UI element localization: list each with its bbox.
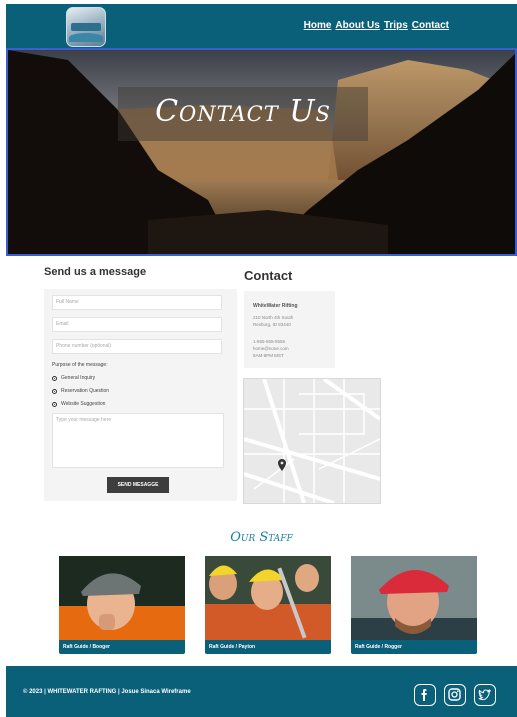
- radio-button-icon[interactable]: [52, 375, 57, 381]
- staff-heading: Our Staff: [230, 530, 293, 545]
- radio-reservation-question[interactable]: Reservation Question: [52, 388, 109, 394]
- address-line-1: 210 North 4th South: [253, 315, 294, 320]
- footer: © 2023 | WHITEWATER RAFTING | Josue Sina…: [6, 666, 517, 717]
- contact-heading: Contact: [244, 268, 293, 283]
- staff-card-booger[interactable]: Raft Guide / Booger: [59, 556, 185, 654]
- nav-home-link[interactable]: Home: [304, 20, 332, 31]
- company-name: WhiteWater Rifting: [253, 303, 298, 309]
- nav-about-link[interactable]: About Us: [335, 20, 379, 31]
- instagram-icon[interactable]: [444, 684, 466, 706]
- twitter-icon[interactable]: [474, 684, 496, 706]
- staff-caption: Raft Guide / Booger: [59, 640, 185, 654]
- facebook-icon[interactable]: [414, 684, 436, 706]
- contact-form: Full Name Email Phone number (optional) …: [44, 289, 237, 501]
- copyright-text: © 2023 | WHITEWATER RAFTING | Josue Sina…: [23, 689, 191, 695]
- contact-info-card: WhiteWater Rifting 210 North 4th South R…: [244, 291, 335, 368]
- radio-label: Reservation Question: [61, 388, 110, 394]
- map-streets: [244, 379, 380, 503]
- phone-number: 1-555-555-5555: [253, 339, 286, 344]
- page: Home About Us Trips Contact Contact Us S…: [6, 4, 517, 717]
- message-textarea[interactable]: Type your message here: [52, 413, 224, 468]
- hero-banner: Contact Us: [6, 48, 517, 256]
- radio-general-inquiry[interactable]: General Inquiry: [52, 375, 95, 381]
- phone-input[interactable]: Phone number (optional): [52, 339, 222, 354]
- hero-title: Contact Us: [155, 94, 331, 129]
- logo-wave-icon: [69, 33, 103, 42]
- email-address: home@none.com: [253, 346, 289, 351]
- logo-banner: [71, 23, 101, 31]
- staff-photo: [205, 556, 331, 640]
- staff-photo: [59, 556, 185, 640]
- logo[interactable]: [66, 7, 106, 47]
- radio-label: Website Suggestion: [61, 401, 106, 407]
- staff-card-payton[interactable]: Raft Guide / Payton: [205, 556, 331, 654]
- main-nav: Home About Us Trips Contact: [304, 20, 449, 31]
- form-heading: Send us a message: [44, 266, 147, 278]
- location-map[interactable]: [243, 378, 381, 504]
- full-name-input[interactable]: Full Name: [52, 295, 222, 310]
- radio-button-icon[interactable]: [52, 401, 57, 407]
- address-line-2: Rexburg, ID 83440: [253, 322, 291, 327]
- staff-photo: [351, 556, 477, 640]
- radio-website-suggestion[interactable]: Website Suggestion: [52, 401, 105, 407]
- nav-contact-link[interactable]: Contact: [412, 20, 449, 31]
- business-hours: 8AM-8PM MST: [253, 353, 284, 358]
- top-navbar: Home About Us Trips Contact: [6, 4, 517, 48]
- nav-trips-link[interactable]: Trips: [384, 20, 408, 31]
- radio-label: General Inquiry: [61, 375, 96, 381]
- hero-canyon-image: [8, 50, 515, 254]
- purpose-label: Purpose of the message:: [52, 362, 108, 368]
- staff-caption: Raft Guide / Payton: [205, 640, 331, 654]
- radio-button-icon[interactable]: [52, 388, 57, 394]
- staff-card-rogger[interactable]: Raft Guide / Rogger: [351, 556, 477, 654]
- send-message-button[interactable]: SEND MESAGGE: [107, 477, 169, 493]
- email-input[interactable]: Email: [52, 317, 222, 332]
- staff-caption: Raft Guide / Rogger: [351, 640, 477, 654]
